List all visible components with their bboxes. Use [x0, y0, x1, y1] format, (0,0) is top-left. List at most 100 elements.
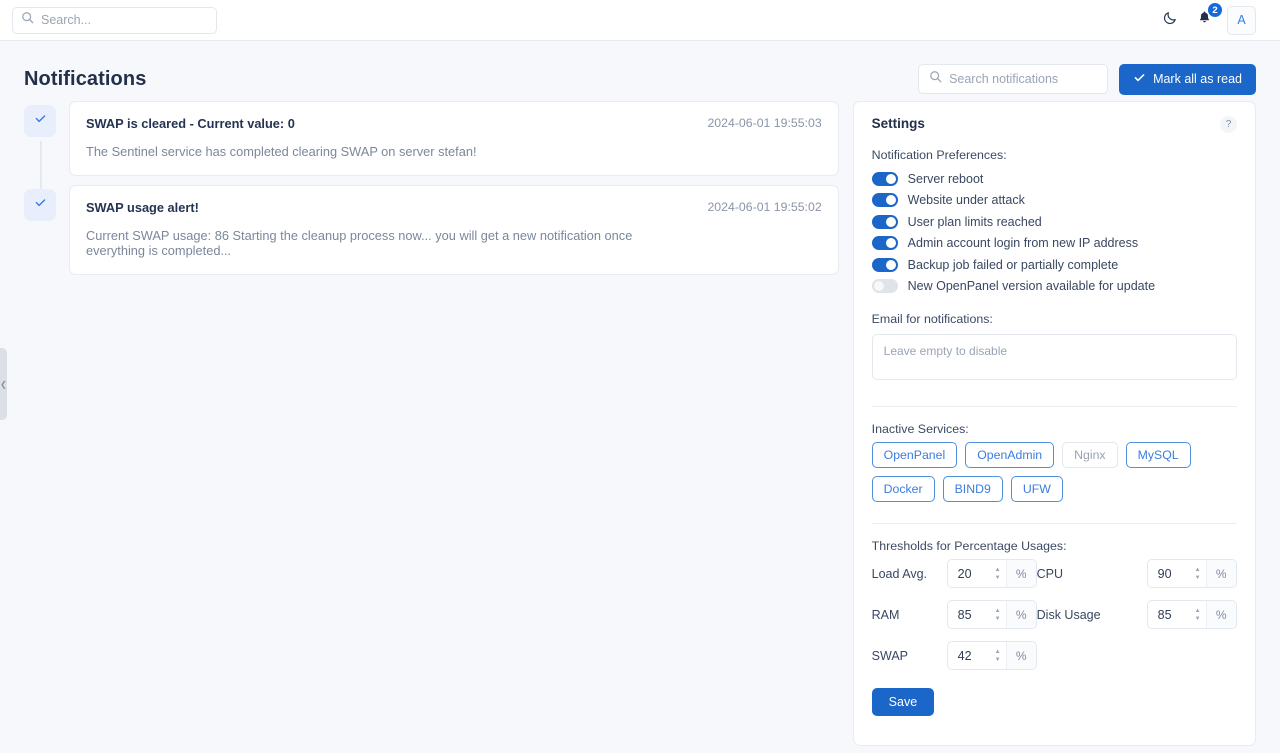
service-chip[interactable]: OpenPanel [871, 442, 958, 468]
threshold-label: CPU [1036, 566, 1064, 581]
threshold-label: RAM [871, 607, 900, 622]
settings-title: Settings [871, 116, 925, 131]
inactive-services-list: OpenPanel OpenAdmin Nginx MySQL Docker BIND9 U… [871, 442, 1237, 502]
notification-title: SWAP usage alert! [86, 200, 199, 215]
theme-toggle-button[interactable] [1159, 9, 1181, 31]
help-icon[interactable]: ? [1220, 116, 1237, 133]
threshold-unit: % [1005, 642, 1036, 669]
mark-read-button[interactable] [24, 189, 56, 221]
stepper-arrows-icon[interactable]: ▲ ▼ [1190, 601, 1206, 628]
notification-list: SWAP is cleared - Current value: 0 The Se… [24, 101, 839, 284]
service-chip[interactable]: Nginx [1062, 442, 1118, 468]
threshold-value[interactable]: 90 [1148, 560, 1190, 587]
content-columns: SWAP is cleared - Current value: 0 The Se… [24, 101, 1256, 746]
notification-badge: 2 [1207, 2, 1223, 18]
save-button[interactable]: Save [871, 688, 935, 716]
preference-toggle[interactable] [871, 214, 898, 229]
preference-row: Admin account login from new IP address [871, 233, 1237, 255]
preference-row: User plan limits reached [871, 211, 1237, 233]
preference-toggle[interactable] [871, 236, 898, 251]
notification-card[interactable]: SWAP is cleared - Current value: 0 The Se… [69, 101, 839, 176]
service-chip[interactable]: BIND9 [942, 476, 1003, 502]
threshold-value[interactable]: 20 [948, 560, 990, 587]
stepper-arrows-icon[interactable]: ▲ ▼ [990, 560, 1006, 587]
sidebar-collapse-handle[interactable]: ❮ [0, 348, 7, 420]
global-search-placeholder: Search... [41, 13, 92, 27]
page-header-actions: Search notifications Mark all as read [918, 63, 1256, 95]
service-chip[interactable]: MySQL [1125, 442, 1191, 468]
moon-icon [1163, 10, 1178, 30]
check-icon [34, 112, 47, 130]
notification-item: SWAP is cleared - Current value: 0 The Se… [24, 101, 839, 176]
notification-search-placeholder: Search notifications [949, 72, 1059, 86]
threshold-unit: % [1205, 601, 1236, 628]
preference-toggle[interactable] [871, 257, 898, 272]
notification-item: SWAP usage alert! Current SWAP usage: 86 … [24, 185, 839, 275]
divider [871, 523, 1237, 524]
preference-toggle[interactable] [871, 193, 898, 208]
check-icon [1133, 71, 1146, 87]
check-icon [34, 196, 47, 214]
mark-all-as-read-label: Mark all as read [1153, 72, 1242, 86]
notification-preferences-label: Notification Preferences: [871, 148, 1007, 162]
preference-toggle[interactable] [871, 171, 898, 186]
avatar[interactable]: A [1227, 5, 1256, 35]
notification-text: Current SWAP usage: 86 Starting the clea… [86, 228, 633, 258]
notification-text: The Sentinel service has completed clear… [86, 144, 477, 159]
preference-label: Server reboot [907, 171, 984, 186]
notification-search-input[interactable]: Search notifications [918, 64, 1109, 94]
top-bar: Search... 2 A [0, 0, 1280, 41]
search-icon [21, 11, 34, 29]
threshold-stepper[interactable]: 90 ▲ ▼% [1146, 559, 1237, 588]
service-chip[interactable]: UFW [1010, 476, 1063, 502]
preference-row: New OpenPanel version available for upda… [871, 276, 1237, 298]
notifications-button[interactable]: 2 [1193, 2, 1223, 31]
threshold-stepper[interactable]: 42 ▲ ▼% [946, 641, 1037, 670]
mark-read-button[interactable] [24, 105, 56, 137]
notification-timestamp: 2024-06-01 19:55:02 [707, 200, 822, 214]
chevron-left-icon: ❮ [0, 379, 7, 389]
notification-card[interactable]: SWAP usage alert! Current SWAP usage: 86 … [69, 185, 839, 275]
preference-label: New OpenPanel version available for upda… [907, 279, 1156, 294]
preference-row: Server reboot [871, 168, 1237, 190]
thresholds-grid: Load Avg. 20 ▲ ▼% CPU 90 ▲ ▼% RAM 85 ▲ ▼% Disk Usage… [872, 559, 1237, 670]
top-bar-actions: 2 A [1159, 2, 1268, 35]
service-chip[interactable]: Docker [871, 476, 935, 502]
threshold-unit: % [1005, 601, 1036, 628]
threshold-unit: % [1005, 560, 1036, 587]
threshold-value[interactable]: 85 [948, 601, 990, 628]
preference-label: Admin account login from new IP address [907, 236, 1139, 251]
thresholds-label: Thresholds for Percentage Usages: [871, 539, 1067, 553]
threshold-stepper[interactable]: 20 ▲ ▼% [946, 559, 1037, 588]
preference-label: User plan limits reached [907, 214, 1042, 229]
service-chip[interactable]: OpenAdmin [965, 442, 1055, 468]
inactive-services-label: Inactive Services: [871, 422, 969, 436]
notification-title: SWAP is cleared - Current value: 0 [86, 116, 295, 131]
mark-all-as-read-button[interactable]: Mark all as read [1119, 63, 1256, 95]
email-label: Email for notifications: [871, 312, 993, 326]
stepper-arrows-icon[interactable]: ▲ ▼ [990, 601, 1006, 628]
preference-row: Backup job failed or partially complete [871, 254, 1237, 276]
stepper-arrows-icon[interactable]: ▲ ▼ [1190, 560, 1206, 587]
notification-preferences-list: Server reboot Website under attack User pl… [871, 168, 1237, 298]
page-content: Notifications Search notifications Mark … [0, 41, 1280, 753]
threshold-label: SWAP [871, 648, 909, 663]
preference-label: Backup job failed or partially complete [907, 257, 1119, 272]
email-field[interactable] [871, 334, 1237, 380]
threshold-value[interactable]: 42 [948, 642, 990, 669]
divider [871, 406, 1237, 407]
preference-row: Website under attack [871, 190, 1237, 212]
settings-panel: Settings ? Notification Preferences: Ser… [852, 101, 1256, 746]
stepper-arrows-icon[interactable]: ▲ ▼ [990, 642, 1006, 669]
threshold-label: Disk Usage [1036, 607, 1101, 622]
preference-toggle[interactable] [871, 279, 898, 294]
threshold-stepper[interactable]: 85 ▲ ▼% [946, 600, 1037, 629]
threshold-unit: % [1205, 560, 1236, 587]
threshold-stepper[interactable]: 85 ▲ ▼% [1146, 600, 1237, 629]
global-search[interactable]: Search... [12, 6, 217, 34]
preference-label: Website under attack [907, 193, 1025, 208]
search-icon [929, 70, 942, 88]
threshold-label: Load Avg. [871, 566, 928, 581]
page-title: Notifications [24, 67, 147, 90]
threshold-value[interactable]: 85 [1148, 601, 1190, 628]
